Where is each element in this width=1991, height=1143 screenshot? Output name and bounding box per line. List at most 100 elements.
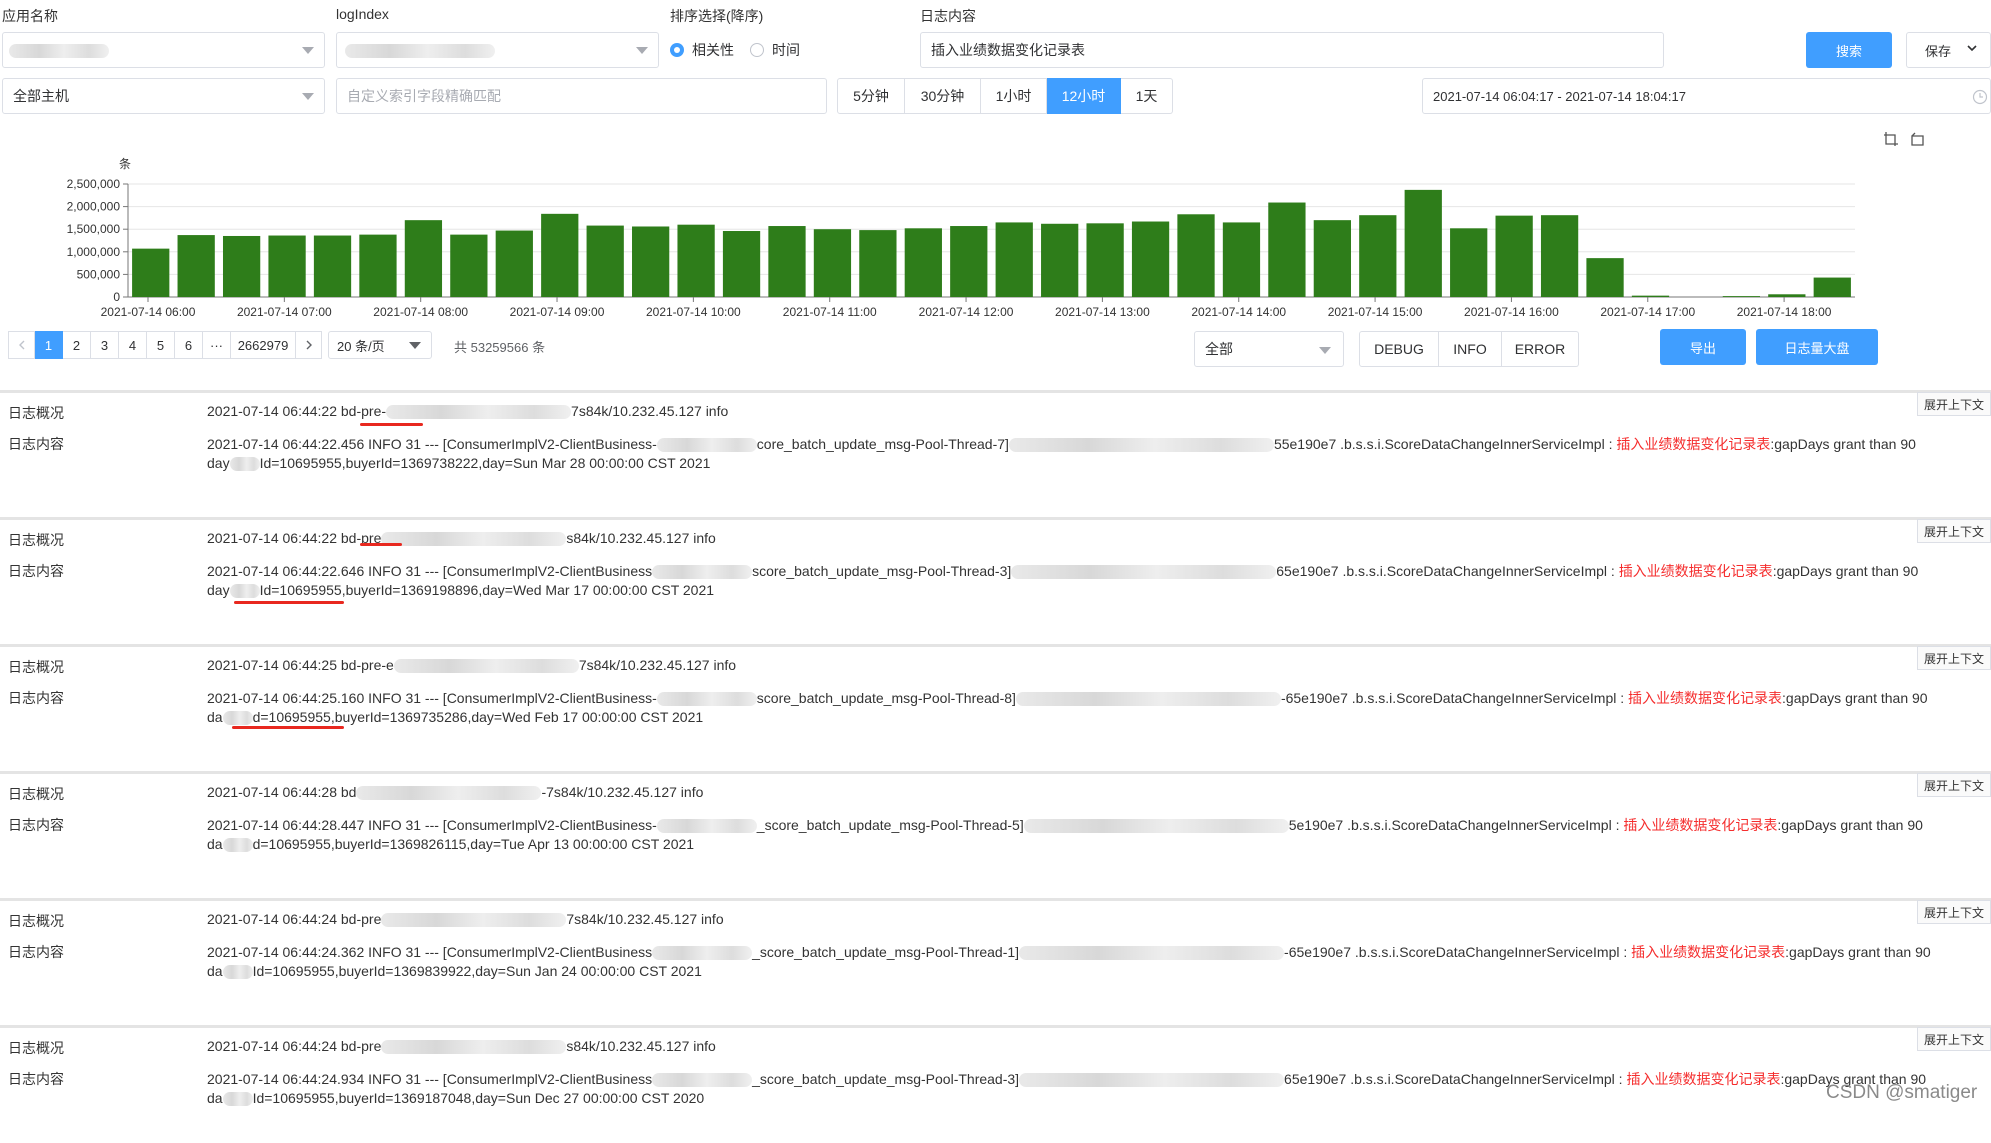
expand-context-button[interactable]: 展开上下文	[1916, 773, 1991, 797]
chart-bar	[1586, 258, 1624, 297]
expand-context-button[interactable]: 展开上下文	[1916, 1027, 1991, 1051]
redacted-segment	[652, 946, 753, 961]
page-1[interactable]: 1	[35, 331, 63, 359]
redacted-segment	[222, 711, 253, 726]
log-overview-text-a: 2021-07-14 06:44:22 bd-pre-	[207, 403, 387, 419]
log-overview-text-a: 2021-07-14 06:44:24 bd-pre	[207, 1038, 382, 1054]
x-tick-label: 2021-07-14 14:00	[1191, 305, 1286, 319]
log-overview-value: 2021-07-14 06:44:22 bd-pre s84k/10.232.45…	[207, 530, 716, 547]
x-tick-label: 2021-07-14 15:00	[1328, 305, 1423, 319]
page-5[interactable]: 5	[147, 331, 175, 359]
expand-context-button[interactable]: 展开上下文	[1916, 392, 1991, 416]
log-overview-value: 2021-07-14 06:44:25 bd-pre-e 7s84k/10.232…	[207, 657, 737, 674]
page-size-select[interactable]: 20 条/页	[328, 331, 432, 359]
date-range-picker[interactable]: 2021-07-14 06:04:17 - 2021-07-14 18:04:1…	[1422, 78, 1991, 114]
sort-radio-relevance[interactable]: 相关性	[670, 40, 734, 60]
log-overview-text-b: s84k/10.232.45.127 info	[566, 530, 716, 546]
redacted-segment	[652, 565, 753, 580]
page-4[interactable]: 4	[119, 331, 147, 359]
level-debug-button[interactable]: DEBUG	[1359, 331, 1439, 367]
level-select[interactable]: 全部	[1194, 331, 1344, 367]
log-overview-text-b: 7s84k/10.232.45.127 info	[578, 657, 737, 673]
redacted-host	[393, 659, 579, 674]
log-content-line1: 2021-07-14 06:44:22.646 INFO 31 --- [Con…	[207, 561, 1918, 581]
custom-index-input[interactable]: 自定义索引字段精确匹配	[336, 78, 827, 114]
log-line1-b: score_batch_update_msg-Pool-Thread-8]	[756, 690, 1016, 706]
log-content-line2: da d=10695955,buyerId=1369826115,day=Tue …	[207, 836, 694, 853]
log-entry: 日志概况 2021-07-14 06:44:28 bd -7s84k/10.232…	[0, 771, 1991, 889]
log-volume-dashboard-button[interactable]: 日志量大盘	[1756, 329, 1878, 365]
log-highlight: 插入业绩数据变化记录表	[1631, 944, 1786, 960]
log-line1-a: 2021-07-14 06:44:28.447 INFO 31 --- [Con…	[207, 817, 657, 833]
x-tick-label: 2021-07-14 17:00	[1600, 305, 1695, 319]
chart-bar	[995, 222, 1033, 297]
app-name-select[interactable]	[2, 32, 325, 68]
time-range-12hour[interactable]: 12小时	[1047, 78, 1121, 114]
sort-radio-time[interactable]: 时间	[750, 40, 800, 60]
chart-bar	[1131, 221, 1170, 297]
time-range-5min[interactable]: 5分钟	[837, 78, 905, 114]
redacted-segment	[656, 819, 757, 834]
log-highlight: 插入业绩数据变化记录表	[1626, 1071, 1781, 1087]
chart-bar	[586, 225, 624, 297]
chevron-down-icon	[1319, 347, 1331, 354]
export-button[interactable]: 导出	[1660, 329, 1746, 365]
chart-bar	[404, 220, 443, 297]
chevron-down-icon	[1966, 42, 1978, 57]
chart-bar	[313, 235, 352, 297]
logindex-select[interactable]	[336, 32, 659, 68]
y-tick-label: 1,000,000	[67, 245, 121, 259]
level-info-button[interactable]: INFO	[1439, 331, 1502, 367]
annotation-underline	[234, 601, 344, 604]
log-line1-d: :gapDays grant than 90	[1782, 690, 1928, 706]
chart-bar	[1041, 223, 1079, 297]
log-line1-c: 5e190e7 .b.s.s.i.ScoreDataChangeInnerSer…	[1288, 817, 1624, 833]
chart-bar	[359, 234, 397, 297]
y-tick-label: 2,000,000	[67, 200, 121, 214]
log-line2-a: da	[207, 709, 223, 725]
log-content-line2: da Id=10695955,buyerId=1369187048,day=Sun…	[207, 1090, 705, 1107]
log-line1-b: _score_batch_update_msg-Pool-Thread-5]	[756, 817, 1024, 833]
level-select-value: 全部	[1205, 341, 1233, 357]
log-overview-text-a: 2021-07-14 06:44:25 bd-pre-e	[207, 657, 394, 673]
log-content-input[interactable]: 插入业绩数据变化记录表	[920, 32, 1664, 68]
log-line2-a: da	[207, 1090, 223, 1106]
chart-bar	[1404, 189, 1442, 297]
x-tick-label: 2021-07-14 07:00	[237, 305, 332, 319]
time-range-30min[interactable]: 30分钟	[905, 78, 981, 114]
redacted-segment	[656, 438, 757, 453]
page-last[interactable]: 2662979	[231, 331, 296, 359]
redacted-segment	[1019, 1073, 1285, 1088]
expand-context-button[interactable]: 展开上下文	[1916, 900, 1991, 924]
prev-page-button[interactable]	[8, 331, 35, 359]
page-2[interactable]: 2	[63, 331, 91, 359]
chart-bar	[222, 235, 261, 297]
time-range-1hour[interactable]: 1小时	[981, 78, 1047, 114]
log-content-key: 日志内容	[8, 817, 64, 833]
save-dropdown-button[interactable]: 保存	[1906, 32, 1991, 68]
page-ellipsis[interactable]: ···	[203, 331, 231, 359]
x-tick-label: 2021-07-14 12:00	[919, 305, 1014, 319]
log-content-label: 日志内容	[920, 8, 976, 24]
page-size-value: 20 条/页	[337, 338, 385, 354]
log-line2-b: Id=10695955,buyerId=1369187048,day=Sun D…	[252, 1090, 705, 1106]
search-button[interactable]: 搜索	[1806, 32, 1892, 68]
next-page-button[interactable]	[296, 331, 322, 359]
expand-context-button[interactable]: 展开上下文	[1916, 646, 1991, 670]
save-button-label: 保存	[1925, 43, 1952, 59]
log-line2-a: da	[207, 963, 223, 979]
app-name-label: 应用名称	[2, 8, 58, 24]
time-range-1day[interactable]: 1天	[1121, 78, 1173, 114]
chevron-down-icon	[302, 47, 314, 54]
page-3[interactable]: 3	[91, 331, 119, 359]
host-select[interactable]: 全部主机	[2, 78, 325, 114]
redacted-segment	[229, 457, 260, 472]
page-6[interactable]: 6	[175, 331, 203, 359]
redacted-segment	[1019, 946, 1285, 961]
chart-bar	[677, 224, 715, 297]
expand-context-button[interactable]: 展开上下文	[1916, 519, 1991, 543]
log-content-line1: 2021-07-14 06:44:25.160 INFO 31 --- [Con…	[207, 688, 1928, 708]
chart-bar	[904, 228, 942, 297]
log-content-key: 日志内容	[8, 436, 64, 452]
level-error-button[interactable]: ERROR	[1502, 331, 1579, 367]
